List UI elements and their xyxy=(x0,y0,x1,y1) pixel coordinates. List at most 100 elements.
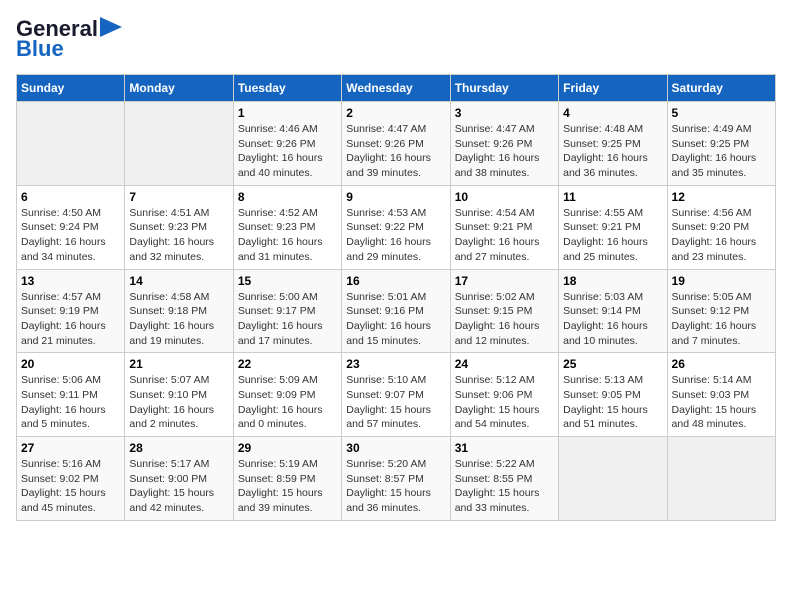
calendar-cell: 19 Sunrise: 5:05 AM Sunset: 9:12 PM Dayli… xyxy=(667,269,775,353)
calendar-cell: 5Sunrise: 4:49 AM Sunset: 9:25 PM Daylig… xyxy=(667,102,775,186)
day-number: 23 xyxy=(346,357,445,371)
day-number: 22 xyxy=(238,357,337,371)
day-info: Sunrise: 4:52 AM Sunset: 9:23 PM Dayligh… xyxy=(238,206,337,265)
calendar-cell: 26 Sunrise: 5:14 AM Sunset: 9:03 PM Dayli… xyxy=(667,353,775,437)
day-number: 10 xyxy=(455,190,554,204)
calendar-cell: 29Sunrise: 5:19 AM Sunset: 8:59 PM Dayli… xyxy=(233,437,341,521)
calendar-cell: 1 Sunrise: 4:46 AM Sunset: 9:26 PM Daylig… xyxy=(233,102,341,186)
day-number: 8 xyxy=(238,190,337,204)
day-number: 11 xyxy=(563,190,662,204)
day-number: 24 xyxy=(455,357,554,371)
day-info: Sunrise: 5:07 AM Sunset: 9:10 PM Dayligh… xyxy=(129,373,228,432)
logo: General Blue xyxy=(16,16,122,62)
day-number: 20 xyxy=(21,357,120,371)
calendar-week-row: 27 Sunrise: 5:16 AM Sunset: 9:02 PM Dayli… xyxy=(17,437,776,521)
day-number: 15 xyxy=(238,274,337,288)
logo-arrow-icon xyxy=(100,17,122,37)
day-number: 27 xyxy=(21,441,120,455)
day-info: Sunrise: 4:46 AM Sunset: 9:26 PM Dayligh… xyxy=(238,122,337,181)
calendar-cell: 28 Sunrise: 5:17 AM Sunset: 9:00 PM Dayli… xyxy=(125,437,233,521)
day-info: Sunrise: 5:20 AM Sunset: 8:57 PM Dayligh… xyxy=(346,457,445,516)
calendar-cell: 14Sunrise: 4:58 AM Sunset: 9:18 PM Dayli… xyxy=(125,269,233,353)
day-info: Sunrise: 4:57 AM Sunset: 9:19 PM Dayligh… xyxy=(21,290,120,349)
calendar-cell: 13 Sunrise: 4:57 AM Sunset: 9:19 PM Dayli… xyxy=(17,269,125,353)
day-info: Sunrise: 5:13 AM Sunset: 9:05 PM Dayligh… xyxy=(563,373,662,432)
day-info: Sunrise: 5:16 AM Sunset: 9:02 PM Dayligh… xyxy=(21,457,120,516)
calendar-week-row: 13 Sunrise: 4:57 AM Sunset: 9:19 PM Dayli… xyxy=(17,269,776,353)
calendar-cell: 10 Sunrise: 4:54 AM Sunset: 9:21 PM Dayli… xyxy=(450,185,558,269)
day-number: 13 xyxy=(21,274,120,288)
calendar-cell xyxy=(17,102,125,186)
day-info: Sunrise: 5:17 AM Sunset: 9:00 PM Dayligh… xyxy=(129,457,228,516)
header-day-friday: Friday xyxy=(559,75,667,102)
day-number: 21 xyxy=(129,357,228,371)
day-info: Sunrise: 5:01 AM Sunset: 9:16 PM Dayligh… xyxy=(346,290,445,349)
day-info: Sunrise: 5:14 AM Sunset: 9:03 PM Dayligh… xyxy=(672,373,771,432)
header-day-sunday: Sunday xyxy=(17,75,125,102)
day-number: 4 xyxy=(563,106,662,120)
header-day-tuesday: Tuesday xyxy=(233,75,341,102)
day-info: Sunrise: 4:54 AM Sunset: 9:21 PM Dayligh… xyxy=(455,206,554,265)
calendar-cell: 21 Sunrise: 5:07 AM Sunset: 9:10 PM Dayli… xyxy=(125,353,233,437)
calendar-cell: 17 Sunrise: 5:02 AM Sunset: 9:15 PM Dayli… xyxy=(450,269,558,353)
calendar-cell: 16 Sunrise: 5:01 AM Sunset: 9:16 PM Dayli… xyxy=(342,269,450,353)
day-number: 31 xyxy=(455,441,554,455)
calendar-cell xyxy=(667,437,775,521)
day-info: Sunrise: 5:05 AM Sunset: 9:12 PM Dayligh… xyxy=(672,290,771,349)
day-number: 1 xyxy=(238,106,337,120)
calendar-cell: 15 Sunrise: 5:00 AM Sunset: 9:17 PM Dayli… xyxy=(233,269,341,353)
calendar-week-row: 20Sunrise: 5:06 AM Sunset: 9:11 PM Dayli… xyxy=(17,353,776,437)
calendar-cell: 27 Sunrise: 5:16 AM Sunset: 9:02 PM Dayli… xyxy=(17,437,125,521)
day-number: 2 xyxy=(346,106,445,120)
day-info: Sunrise: 5:02 AM Sunset: 9:15 PM Dayligh… xyxy=(455,290,554,349)
day-info: Sunrise: 5:12 AM Sunset: 9:06 PM Dayligh… xyxy=(455,373,554,432)
day-info: Sunrise: 4:55 AM Sunset: 9:21 PM Dayligh… xyxy=(563,206,662,265)
header-day-wednesday: Wednesday xyxy=(342,75,450,102)
calendar-cell: 12Sunrise: 4:56 AM Sunset: 9:20 PM Dayli… xyxy=(667,185,775,269)
day-number: 30 xyxy=(346,441,445,455)
day-info: Sunrise: 4:47 AM Sunset: 9:26 PM Dayligh… xyxy=(346,122,445,181)
day-info: Sunrise: 5:00 AM Sunset: 9:17 PM Dayligh… xyxy=(238,290,337,349)
calendar-cell: 25 Sunrise: 5:13 AM Sunset: 9:05 PM Dayli… xyxy=(559,353,667,437)
calendar-table: SundayMondayTuesdayWednesdayThursdayFrid… xyxy=(16,74,776,521)
day-number: 18 xyxy=(563,274,662,288)
day-info: Sunrise: 5:09 AM Sunset: 9:09 PM Dayligh… xyxy=(238,373,337,432)
day-info: Sunrise: 4:51 AM Sunset: 9:23 PM Dayligh… xyxy=(129,206,228,265)
calendar-header-row: SundayMondayTuesdayWednesdayThursdayFrid… xyxy=(17,75,776,102)
day-number: 19 xyxy=(672,274,771,288)
day-number: 25 xyxy=(563,357,662,371)
calendar-cell: 7 Sunrise: 4:51 AM Sunset: 9:23 PM Daylig… xyxy=(125,185,233,269)
calendar-cell: 20Sunrise: 5:06 AM Sunset: 9:11 PM Dayli… xyxy=(17,353,125,437)
day-number: 16 xyxy=(346,274,445,288)
day-number: 17 xyxy=(455,274,554,288)
day-number: 9 xyxy=(346,190,445,204)
header-day-monday: Monday xyxy=(125,75,233,102)
day-number: 28 xyxy=(129,441,228,455)
calendar-week-row: 6Sunrise: 4:50 AM Sunset: 9:24 PM Daylig… xyxy=(17,185,776,269)
calendar-cell: 22 Sunrise: 5:09 AM Sunset: 9:09 PM Dayli… xyxy=(233,353,341,437)
day-number: 29 xyxy=(238,441,337,455)
day-number: 26 xyxy=(672,357,771,371)
day-info: Sunrise: 4:48 AM Sunset: 9:25 PM Dayligh… xyxy=(563,122,662,181)
day-number: 3 xyxy=(455,106,554,120)
calendar-cell: 18 Sunrise: 5:03 AM Sunset: 9:14 PM Dayli… xyxy=(559,269,667,353)
calendar-cell: 9 Sunrise: 4:53 AM Sunset: 9:22 PM Daylig… xyxy=(342,185,450,269)
calendar-cell: 31 Sunrise: 5:22 AM Sunset: 8:55 PM Dayli… xyxy=(450,437,558,521)
calendar-cell: 8 Sunrise: 4:52 AM Sunset: 9:23 PM Daylig… xyxy=(233,185,341,269)
logo-blue: Blue xyxy=(16,36,64,62)
header-day-saturday: Saturday xyxy=(667,75,775,102)
day-info: Sunrise: 5:10 AM Sunset: 9:07 PM Dayligh… xyxy=(346,373,445,432)
day-number: 12 xyxy=(672,190,771,204)
day-info: Sunrise: 5:03 AM Sunset: 9:14 PM Dayligh… xyxy=(563,290,662,349)
day-info: Sunrise: 5:22 AM Sunset: 8:55 PM Dayligh… xyxy=(455,457,554,516)
page-header: General Blue xyxy=(16,16,776,62)
day-info: Sunrise: 4:50 AM Sunset: 9:24 PM Dayligh… xyxy=(21,206,120,265)
calendar-cell: 3 Sunrise: 4:47 AM Sunset: 9:26 PM Daylig… xyxy=(450,102,558,186)
day-info: Sunrise: 4:53 AM Sunset: 9:22 PM Dayligh… xyxy=(346,206,445,265)
day-number: 7 xyxy=(129,190,228,204)
calendar-cell: 6Sunrise: 4:50 AM Sunset: 9:24 PM Daylig… xyxy=(17,185,125,269)
calendar-week-row: 1 Sunrise: 4:46 AM Sunset: 9:26 PM Daylig… xyxy=(17,102,776,186)
calendar-cell: 24 Sunrise: 5:12 AM Sunset: 9:06 PM Dayli… xyxy=(450,353,558,437)
day-info: Sunrise: 4:47 AM Sunset: 9:26 PM Dayligh… xyxy=(455,122,554,181)
calendar-cell: 2 Sunrise: 4:47 AM Sunset: 9:26 PM Daylig… xyxy=(342,102,450,186)
